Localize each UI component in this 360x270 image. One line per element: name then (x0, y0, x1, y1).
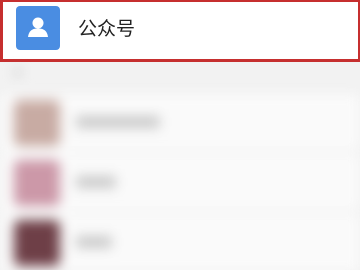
contact-name-placeholder (76, 176, 116, 188)
avatar (14, 160, 60, 206)
contact-row[interactable] (0, 214, 360, 270)
blurred-contact-list: A (0, 64, 360, 270)
section-index-letter: A (14, 66, 22, 79)
avatar (14, 220, 60, 266)
highlight-outline (0, 0, 360, 62)
contacts-screen: 公众号 A (0, 0, 360, 270)
divider (72, 211, 360, 212)
avatar (14, 100, 60, 146)
contact-row[interactable] (0, 154, 360, 212)
contact-row[interactable] (0, 94, 360, 152)
divider (72, 151, 360, 152)
contact-name-placeholder (76, 236, 112, 248)
contact-name-placeholder (76, 116, 160, 128)
